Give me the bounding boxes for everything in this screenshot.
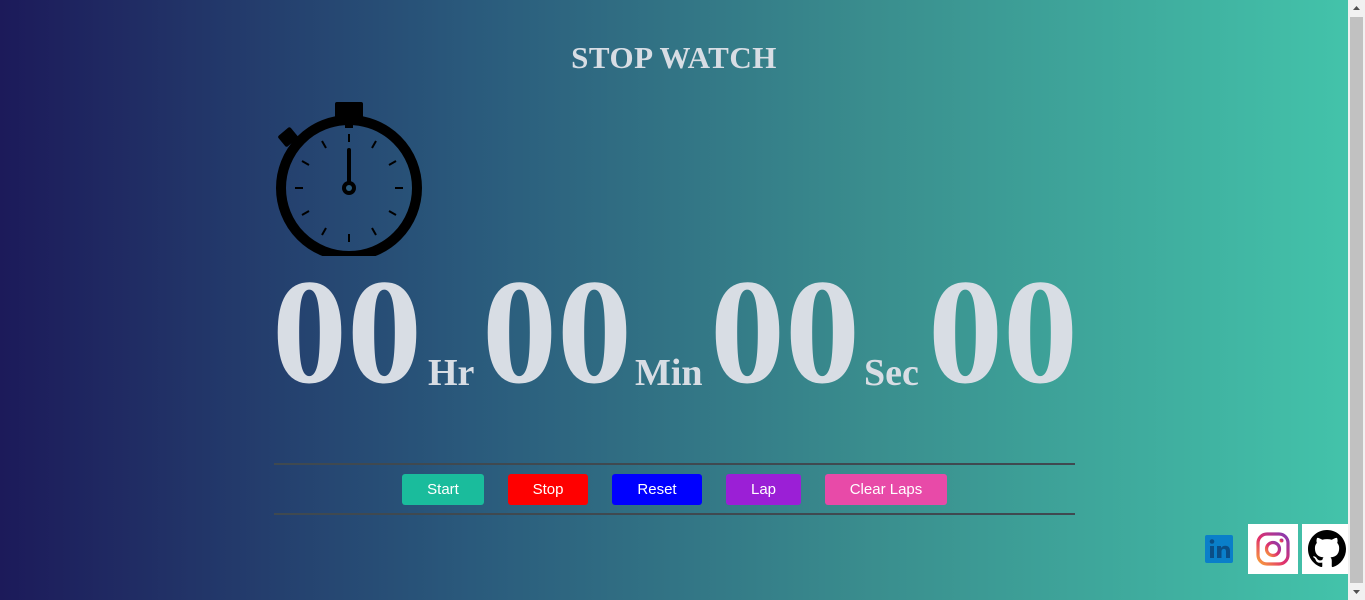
linkedin-icon[interactable] [1205,535,1233,563]
instagram-link[interactable] [1248,524,1298,574]
vertical-scrollbar[interactable] [1348,0,1365,600]
stop-button[interactable]: Stop [508,474,588,505]
clear-laps-button[interactable]: Clear Laps [825,474,947,505]
instagram-icon [1256,532,1290,566]
minutes-unit: Min [635,352,703,394]
seconds-unit: Sec [864,352,919,394]
controls-bar: Start Stop Reset Lap Clear Laps [274,463,1075,515]
milliseconds-value: 00 [928,249,1078,415]
time-display: 00 Hr 00 Min 00 Sec 00 [272,249,1092,415]
minutes-value: 00 [482,249,632,415]
reset-button[interactable]: Reset [612,474,702,505]
lap-button[interactable]: Lap [726,474,801,505]
hours-unit: Hr [428,352,475,394]
scroll-up-arrow-icon[interactable] [1348,0,1365,17]
start-button[interactable]: Start [402,474,484,505]
page: STOP WATCH 00 Hr 00 Min 00 Sec 00 Start … [0,0,1352,600]
scroll-down-arrow-icon[interactable] [1348,583,1365,600]
scrollbar-thumb[interactable] [1350,17,1363,583]
github-link[interactable] [1302,524,1352,574]
seconds-value: 00 [710,249,860,415]
stopwatch-icon [276,102,422,256]
hours-value: 00 [272,249,422,415]
page-title: STOP WATCH [571,40,777,75]
github-icon [1308,530,1346,568]
